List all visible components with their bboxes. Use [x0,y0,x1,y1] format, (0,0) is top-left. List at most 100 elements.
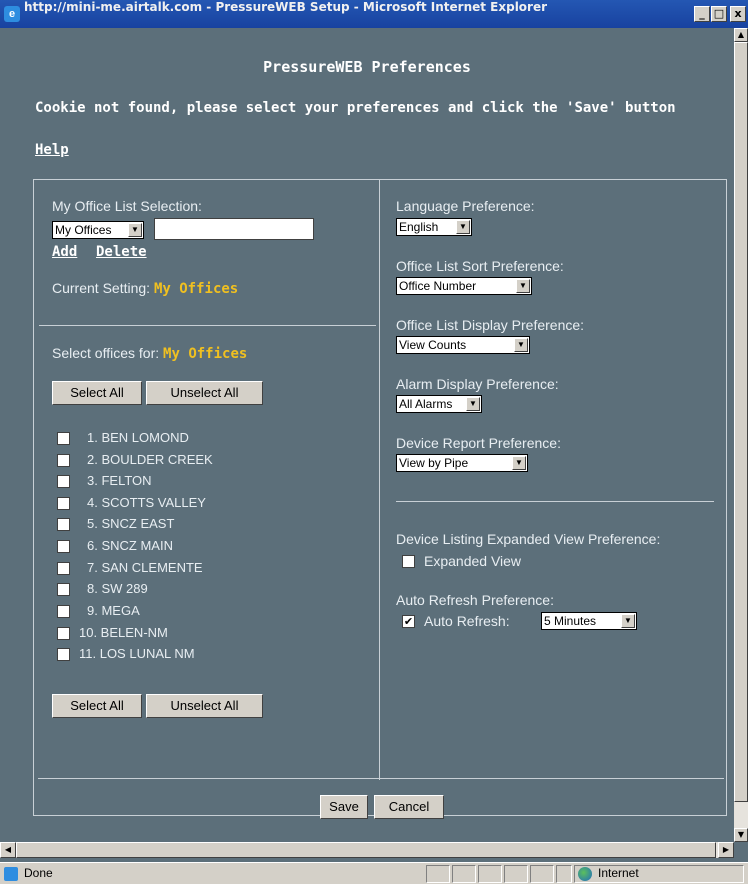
unselect-all-button-bottom[interactable]: Unselect All [146,694,263,718]
current-setting-text: Current Setting: [52,280,151,296]
language-select-value: English [399,220,439,234]
minimize-button[interactable]: _ [694,6,710,22]
scroll-up-icon[interactable]: ▲ [734,28,748,42]
alarm-select[interactable]: All Alarms ▼ [396,395,482,413]
dropdown-arrow-icon: ▼ [128,223,142,237]
status-pane [478,865,502,883]
auto-refresh-select-value: 5 Minutes [544,614,597,628]
horizontal-scrollbar[interactable]: ◀ ▶ [0,842,734,858]
office-list-select-value: My Offices [55,223,112,237]
office-label: 2. BOULDER CREEK [87,452,213,467]
dropdown-arrow-icon: ▼ [516,279,530,293]
scroll-down-icon[interactable]: ▼ [734,828,748,842]
office-checkbox[interactable] [57,475,70,488]
unselect-all-button-top[interactable]: Unselect All [146,381,263,405]
status-pane [530,865,554,883]
select-all-button-bottom[interactable]: Select All [52,694,142,718]
office-label: 9. MEGA [87,603,140,618]
alarm-select-value: All Alarms [399,397,453,411]
dropdown-arrow-icon: ▼ [514,338,528,352]
office-checkbox[interactable] [57,648,70,661]
office-checkbox[interactable] [57,627,70,640]
select-offices-text: Select offices for: [52,345,160,361]
language-label: Language Preference: [396,198,535,214]
dropdown-arrow-icon: ▼ [621,614,635,628]
select-all-button-top[interactable]: Select All [52,381,142,405]
internet-explorer-icon: e [4,6,20,22]
status-pane [556,865,572,883]
device-report-select-value: View by Pipe [399,456,469,470]
select-offices-label: Select offices for: My Offices [52,345,247,362]
column-divider [379,180,380,780]
expanded-view-label: Device Listing Expanded View Preference: [396,531,661,547]
device-report-select[interactable]: View by Pipe ▼ [396,454,528,472]
cancel-button[interactable]: Cancel [374,795,444,819]
security-zone-label: Internet [598,866,639,880]
alarm-label: Alarm Display Preference: [396,376,559,392]
add-link[interactable]: Add [52,244,77,260]
status-pane [452,865,476,883]
save-button[interactable]: Save [320,795,368,819]
help-link[interactable]: Help [35,142,69,158]
expanded-view-checkbox[interactable] [402,555,415,568]
office-checkbox[interactable] [57,454,70,467]
page-done-icon [4,867,18,881]
office-checkbox[interactable] [57,518,70,531]
display-label: Office List Display Preference: [396,317,585,333]
status-pane [504,865,528,883]
office-checkbox[interactable] [57,562,70,575]
dropdown-arrow-icon: ▼ [512,456,526,470]
select-offices-value: My Offices [163,346,248,362]
sort-select-value: Office Number [399,279,477,293]
auto-refresh-select[interactable]: 5 Minutes ▼ [541,612,637,630]
device-report-label: Device Report Preference: [396,435,561,451]
left-section-divider [39,325,376,326]
scroll-right-icon[interactable]: ▶ [718,842,734,858]
office-list-name-input[interactable] [154,218,314,240]
auto-refresh-label: Auto Refresh Preference: [396,592,554,608]
office-list-label: My Office List Selection: [52,198,202,214]
vertical-scroll-thumb[interactable] [734,42,748,802]
office-label: 11. LOS LUNAL NM [79,646,195,661]
office-checkbox[interactable] [57,605,70,618]
status-bar: Done Internet [0,862,748,884]
office-checkbox[interactable] [57,583,70,596]
internet-zone-globe-icon [578,867,592,881]
office-label: 7. SAN CLEMENTE [87,560,203,575]
office-list-select[interactable]: My Offices ▼ [52,221,144,239]
auto-refresh-checkbox-label: Auto Refresh: [424,613,510,629]
window-title: http://mini-me.airtalk.com - PressureWEB… [24,0,548,14]
sort-select[interactable]: Office Number ▼ [396,277,532,295]
auto-refresh-checkbox[interactable]: ✔ [402,615,415,628]
display-select-value: View Counts [399,338,467,352]
office-checkbox[interactable] [57,432,70,445]
language-select[interactable]: English ▼ [396,218,472,236]
current-setting-value: My Offices [153,281,239,297]
office-label: 8. SW 289 [87,581,148,596]
dropdown-arrow-icon: ▼ [456,220,470,234]
office-label: 10. BELEN-NM [79,625,168,640]
page-title: PressureWEB Preferences [263,58,471,76]
horizontal-scroll-thumb[interactable] [16,842,716,858]
display-select[interactable]: View Counts ▼ [396,336,530,354]
maximize-button[interactable]: □ [711,6,727,22]
window-titlebar[interactable]: e http://mini-me.airtalk.com - PressureW… [0,0,748,28]
office-label: 4. SCOTTS VALLEY [87,495,206,510]
scroll-left-icon[interactable]: ◀ [0,842,16,858]
delete-link[interactable]: Delete [96,244,147,260]
status-text: Done [24,866,53,880]
right-section-divider [396,501,714,502]
cookie-message: Cookie not found, please select your pre… [35,100,676,116]
page-content: PressureWEB Preferences Cookie not found… [0,28,734,842]
vertical-scrollbar[interactable]: ▲ ▼ [734,28,748,842]
office-checkbox[interactable] [57,540,70,553]
office-checkbox[interactable] [57,497,70,510]
close-button[interactable]: x [730,6,746,22]
sort-label: Office List Sort Preference: [396,258,564,274]
bottom-divider [38,778,724,779]
office-label: 1. BEN LOMOND [87,430,189,445]
office-label: 5. SNCZ EAST [87,516,175,531]
dropdown-arrow-icon: ▼ [466,397,480,411]
office-label: 3. FELTON [87,473,152,488]
expanded-view-checkbox-label: Expanded View [424,553,522,569]
